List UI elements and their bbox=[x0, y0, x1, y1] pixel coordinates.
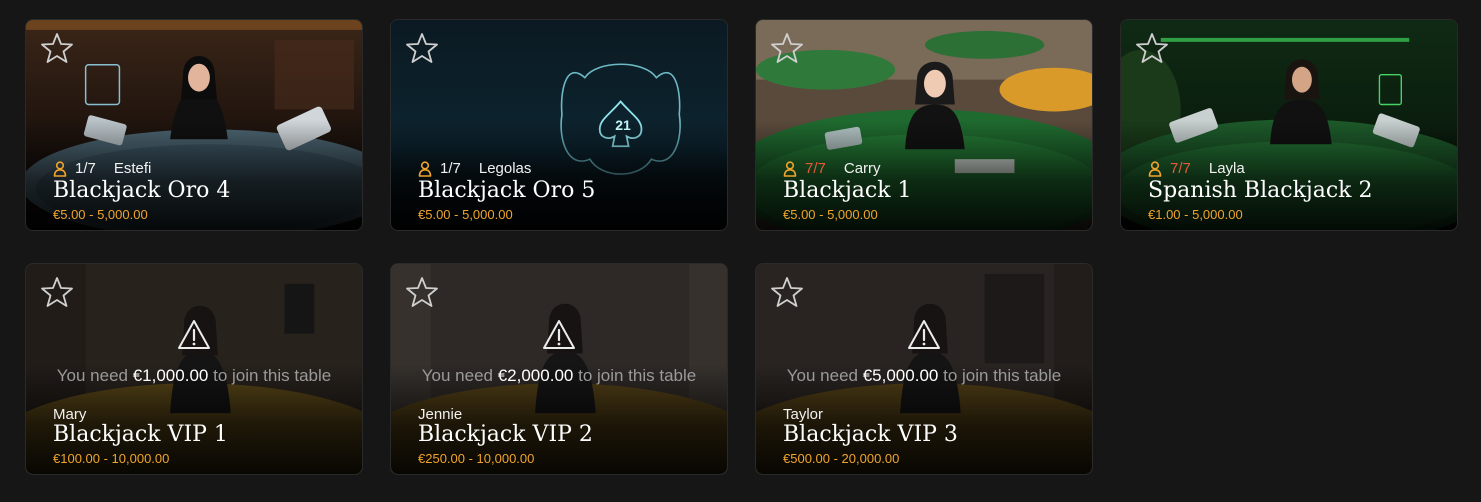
person-icon bbox=[53, 161, 67, 177]
table-card-blackjack-vip-2[interactable]: You need €2,000.00 to join this table Je… bbox=[390, 263, 728, 475]
table-card-blackjack-oro-5[interactable]: 21 1/7 Legolas Blackjack Oro 5 €5.00 - 5… bbox=[390, 19, 728, 231]
table-title: Blackjack VIP 3 bbox=[783, 422, 958, 447]
balance-requirement: You need €5,000.00 to join this table bbox=[756, 366, 1092, 386]
need-suffix: to join this table bbox=[578, 366, 697, 385]
bet-limits: €5.00 - 5,000.00 bbox=[418, 207, 513, 222]
favorite-star-icon[interactable] bbox=[770, 31, 804, 65]
person-icon bbox=[418, 161, 432, 177]
favorite-star-icon[interactable] bbox=[405, 275, 439, 309]
favorite-star-icon[interactable] bbox=[405, 31, 439, 65]
need-amount: €2,000.00 bbox=[497, 366, 574, 385]
need-prefix: You need bbox=[786, 366, 858, 385]
table-title: Blackjack Oro 4 bbox=[53, 178, 231, 203]
seat-count: 1/7 bbox=[440, 160, 461, 177]
seat-count: 7/7 bbox=[1170, 160, 1191, 177]
bet-limits: €1.00 - 5,000.00 bbox=[1148, 207, 1243, 222]
table-card-blackjack-vip-1[interactable]: You need €1,000.00 to join this table Ma… bbox=[25, 263, 363, 475]
need-prefix: You need bbox=[421, 366, 493, 385]
dealer-name: Taylor bbox=[783, 406, 824, 423]
need-amount: €5,000.00 bbox=[862, 366, 939, 385]
balance-requirement: You need €2,000.00 to join this table bbox=[391, 366, 727, 386]
table-title: Spanish Blackjack 2 bbox=[1148, 178, 1373, 203]
dealer-name: Layla bbox=[1208, 160, 1245, 177]
dealer-name: Jennie bbox=[418, 406, 463, 423]
balance-requirement: You need €1,000.00 to join this table bbox=[26, 366, 362, 386]
favorite-star-icon[interactable] bbox=[40, 275, 74, 309]
table-title: Blackjack VIP 1 bbox=[53, 422, 228, 447]
bet-limits: €250.00 - 10,000.00 bbox=[418, 451, 535, 466]
bet-limits: €5.00 - 5,000.00 bbox=[783, 207, 878, 222]
table-title: Blackjack 1 bbox=[783, 178, 912, 203]
favorite-star-icon[interactable] bbox=[770, 275, 804, 309]
need-suffix: to join this table bbox=[943, 366, 1062, 385]
table-title: Blackjack VIP 2 bbox=[418, 422, 593, 447]
table-meta: 7/7 Layla bbox=[1148, 160, 1245, 177]
favorite-star-icon[interactable] bbox=[40, 31, 74, 65]
bet-limits: €5.00 - 5,000.00 bbox=[53, 207, 148, 222]
table-meta: 1/7 Legolas bbox=[418, 160, 531, 177]
dealer-name: Mary bbox=[53, 406, 87, 423]
table-card-spanish-blackjack-2[interactable]: 7/7 Layla Spanish Blackjack 2 €1.00 - 5,… bbox=[1120, 19, 1458, 231]
dealer-name: Legolas bbox=[478, 160, 532, 177]
need-prefix: You need bbox=[56, 366, 128, 385]
warning-icon bbox=[176, 317, 212, 353]
warning-icon bbox=[541, 317, 577, 353]
bet-limits: €100.00 - 10,000.00 bbox=[53, 451, 170, 466]
seat-count: 1/7 bbox=[75, 160, 96, 177]
table-badge-21: 21 bbox=[615, 117, 631, 133]
table-card-blackjack-vip-3[interactable]: You need €5,000.00 to join this table Ta… bbox=[755, 263, 1093, 475]
table-card-blackjack-1[interactable]: 7/7 Carry Blackjack 1 €5.00 - 5,000.00 bbox=[755, 19, 1093, 231]
favorite-star-icon[interactable] bbox=[1135, 31, 1169, 65]
person-icon bbox=[1148, 161, 1162, 177]
table-meta: 1/7 Estefi bbox=[53, 160, 151, 177]
table-grid: 1/7 Estefi Blackjack Oro 4 €5.00 - 5,000… bbox=[25, 19, 1458, 475]
table-meta: 7/7 Carry bbox=[783, 160, 881, 177]
warning-icon bbox=[906, 317, 942, 353]
bet-limits: €500.00 - 20,000.00 bbox=[783, 451, 900, 466]
person-icon bbox=[783, 161, 797, 177]
table-card-blackjack-oro-4[interactable]: 1/7 Estefi Blackjack Oro 4 €5.00 - 5,000… bbox=[25, 19, 363, 231]
seat-count: 7/7 bbox=[805, 160, 826, 177]
dealer-name: Estefi bbox=[113, 160, 152, 177]
need-amount: €1,000.00 bbox=[132, 366, 209, 385]
dealer-name: Carry bbox=[843, 160, 881, 177]
table-title: Blackjack Oro 5 bbox=[418, 178, 596, 203]
need-suffix: to join this table bbox=[213, 366, 332, 385]
